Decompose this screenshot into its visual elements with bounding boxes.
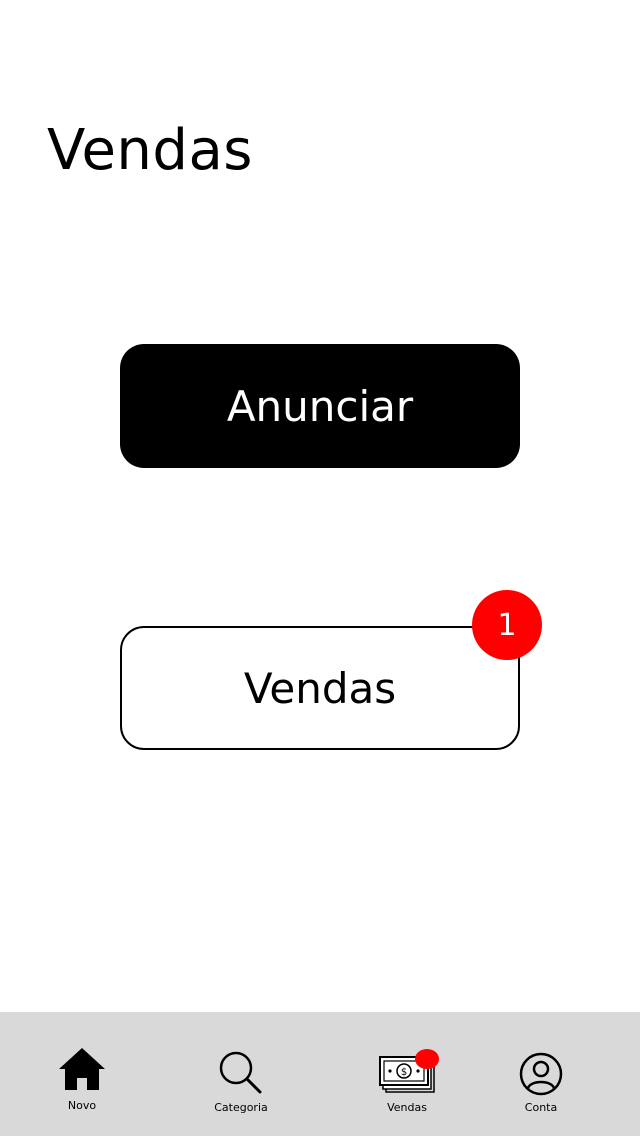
sales-button[interactable]: Vendas xyxy=(120,626,520,750)
sales-count-badge: 1 xyxy=(472,590,542,660)
bottom-tab-bar: Novo Categoria $ Vendas Conta xyxy=(0,1012,640,1136)
tab-vendas[interactable]: $ Vendas xyxy=(347,1036,467,1136)
tab-categoria[interactable]: Categoria xyxy=(181,1036,301,1136)
tab-label-categoria: Categoria xyxy=(214,1101,268,1114)
tab-novo[interactable]: Novo xyxy=(22,1036,142,1136)
announce-button[interactable]: Anunciar xyxy=(120,344,520,468)
svg-text:$: $ xyxy=(401,1067,407,1078)
tab-label-conta: Conta xyxy=(524,1101,558,1114)
page-title: Vendas xyxy=(47,118,253,183)
tab-label-novo: Novo xyxy=(67,1099,97,1112)
user-icon xyxy=(519,1052,563,1096)
vendas-notification-dot xyxy=(415,1049,439,1069)
search-icon xyxy=(219,1051,262,1094)
tab-conta[interactable]: Conta xyxy=(481,1036,601,1136)
tab-label-vendas: Vendas xyxy=(387,1101,427,1114)
home-icon xyxy=(59,1048,105,1090)
